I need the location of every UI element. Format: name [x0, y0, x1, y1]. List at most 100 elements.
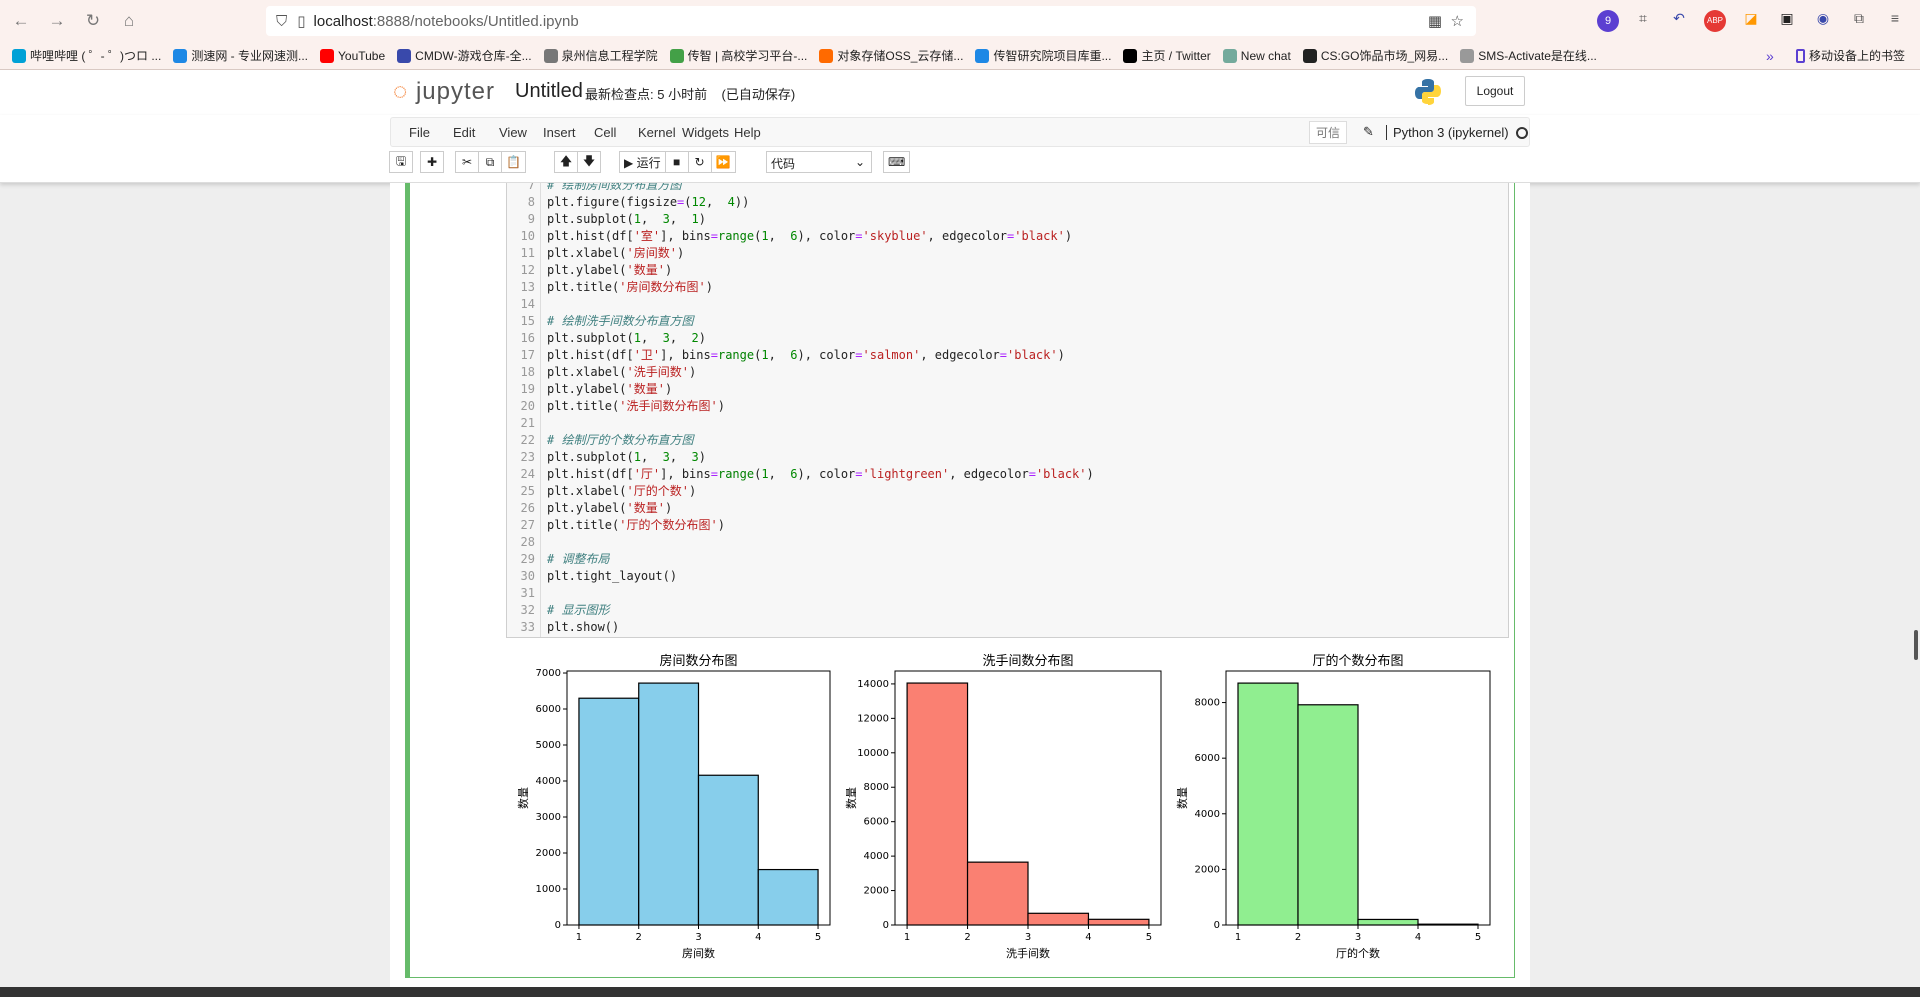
x-tick-label: 5 [1475, 932, 1481, 943]
profile-icon[interactable]: ◉ [1812, 10, 1834, 32]
menu-insert[interactable]: Insert [543, 125, 576, 140]
code-token: 'black' [1035, 467, 1087, 481]
copy-icon[interactable]: ⧉ [478, 151, 502, 173]
mobile-bookmarks[interactable]: 移动设备上的书签 [1796, 47, 1905, 64]
bookmark-item[interactable]: 哔哩哔哩 ( ゜- ゜)つロ ... [12, 47, 161, 64]
code-token: 3 [662, 212, 670, 226]
edit-pencil-icon[interactable]: ✎ [1363, 124, 1374, 140]
histogram-bar [966, 861, 1029, 926]
menu-cell[interactable]: Cell [594, 125, 616, 140]
run-button[interactable]: ▶ 运行 [619, 151, 666, 173]
code-token: ) [1064, 229, 1073, 243]
more-bookmarks-button[interactable]: » [1766, 48, 1774, 64]
move-down-icon[interactable]: 🡇 [577, 151, 601, 173]
bookmark-item[interactable]: CMDW-游戏仓库-全... [397, 47, 532, 64]
home-icon[interactable]: ⌂ [114, 11, 144, 31]
code-token: plt.hist(df[ [547, 348, 634, 362]
code-token: ) [1057, 348, 1065, 362]
x-axis-label: 洗手间数 [1006, 946, 1050, 960]
qr-icon[interactable]: ▦ [1428, 12, 1442, 30]
bookmark-label: 测速网 - 专业网速测... [191, 49, 308, 63]
extension-icon[interactable]: ◪ [1740, 10, 1762, 32]
paste-icon[interactable]: 📋 [501, 151, 526, 173]
bookmark-item[interactable]: 测速网 - 专业网速测... [173, 47, 308, 64]
bookmark-item[interactable]: 主页 / Twitter [1123, 47, 1211, 64]
code-token: plt.ylabel( [547, 382, 627, 396]
address-bar[interactable]: ⛉ ▯ localhost:8888/notebooks/Untitled.ip… [266, 6, 1476, 36]
code-line: 25 plt.xlabel('厅的个数') [507, 483, 1507, 500]
y-tick-label: 8000 [864, 782, 889, 793]
menu-view[interactable]: View [499, 125, 527, 140]
y-tick-label: 5000 [536, 740, 561, 751]
menu-kernel[interactable]: Kernel [638, 125, 676, 140]
bookmark-favicon-icon [543, 48, 558, 63]
cut-icon[interactable]: ✂ [455, 151, 479, 173]
restart-icon[interactable]: ↻ [687, 151, 712, 173]
menu-widgets[interactable]: Widgets [682, 125, 729, 140]
y-tick-label: 2000 [536, 848, 561, 859]
bookmark-favicon-icon [1123, 48, 1138, 63]
extensions-icon[interactable]: ⧉ [1848, 10, 1870, 32]
kernel-name[interactable]: Python 3 (ipykernel) [1386, 125, 1509, 140]
bookmark-item[interactable]: CS:GO饰品市场_网易... [1302, 47, 1448, 64]
histogram-bar [1087, 918, 1150, 926]
code-token: )) [734, 195, 750, 209]
forward-icon[interactable]: → [42, 11, 72, 31]
code-token: '洗手间数分布图' [619, 399, 718, 413]
code-line: 10 plt.hist(df['室'], bins=range(1, 6), co… [507, 228, 1507, 245]
fast-forward-icon[interactable]: ⏩ [710, 151, 736, 173]
bookmark-favicon-icon [1460, 48, 1475, 63]
line-number: 16 [520, 331, 535, 345]
bookmark-item[interactable]: 泉州信息工程学院 [543, 47, 658, 64]
code-token: plt.title( [547, 399, 620, 413]
bookmark-item[interactable]: 对象存储OSS_云存储... [819, 47, 963, 64]
bookmark-favicon-icon [819, 48, 834, 63]
code-token: , [768, 348, 791, 362]
code-line: 27 plt.title('厅的个数分布图') [507, 517, 1507, 534]
code-token: ), color [797, 229, 856, 243]
keyboard-icon[interactable]: ⌨ [883, 151, 911, 173]
bookmark-favicon-icon [12, 48, 26, 63]
star-icon[interactable]: ☆ [1451, 12, 1464, 30]
bookmark-label: 传智研究院项目库重... [993, 49, 1112, 63]
x-tick-label: 2 [636, 932, 642, 943]
code-token: '卫' [633, 348, 661, 362]
bookmark-item[interactable]: 传智研究院项目库重... [975, 47, 1111, 64]
menu-help[interactable]: Help [734, 125, 761, 140]
undo-icon[interactable]: ↶ [1668, 10, 1690, 32]
line-number: 14 [520, 297, 535, 311]
crop-icon[interactable]: ⌗ [1632, 10, 1654, 32]
save-icon[interactable]: 🖫 [389, 151, 413, 173]
bookmark-item[interactable]: SMS-Activate是在线... [1460, 47, 1597, 64]
bookmark-item[interactable]: YouTube [320, 48, 385, 63]
insert-cell-icon[interactable]: ✚ [420, 151, 444, 173]
game-icon[interactable]: ▣ [1776, 10, 1798, 32]
trusted-badge[interactable]: 可信 [1309, 121, 1348, 144]
url-host: localhost [313, 12, 373, 30]
jupyter-logo[interactable]: ◌ jupyter [393, 78, 495, 106]
histogram-bar [697, 774, 759, 926]
bookmark-item[interactable]: 传智 | 高校学习平台-... [669, 47, 807, 64]
extension-badge-icon[interactable]: 9 [1597, 10, 1619, 32]
code-token: ), color [797, 348, 856, 362]
line-number: 15 [520, 314, 535, 328]
menu-icon[interactable]: ≡ [1884, 10, 1906, 32]
bookmark-item[interactable]: New chat [1222, 48, 1291, 63]
adblock-icon[interactable]: ABP [1704, 10, 1726, 32]
code-editor[interactable]: 7 # 绘制房间数分布直方图 8 plt.figure(figsize=(12, 4)… [506, 183, 1509, 638]
cell-type-select[interactable]: 代码 ⌄ [766, 151, 872, 173]
menu-file[interactable]: File [409, 125, 430, 140]
reload-icon[interactable]: ↻ [78, 11, 108, 31]
code-token: = [999, 348, 1008, 362]
notebook-title[interactable]: Untitled [515, 80, 583, 103]
move-up-icon[interactable]: 🡅 [554, 151, 578, 173]
logout-button[interactable]: Logout [1465, 76, 1525, 106]
scrollbar[interactable] [1914, 630, 1918, 660]
stop-icon[interactable]: ■ [664, 151, 689, 173]
histogram-bar [1027, 912, 1090, 926]
back-icon[interactable]: ← [6, 11, 36, 31]
y-tick-label: 2000 [864, 886, 889, 897]
menu-edit[interactable]: Edit [453, 125, 475, 140]
line-number: 28 [520, 535, 535, 549]
code-token: = [855, 467, 863, 481]
